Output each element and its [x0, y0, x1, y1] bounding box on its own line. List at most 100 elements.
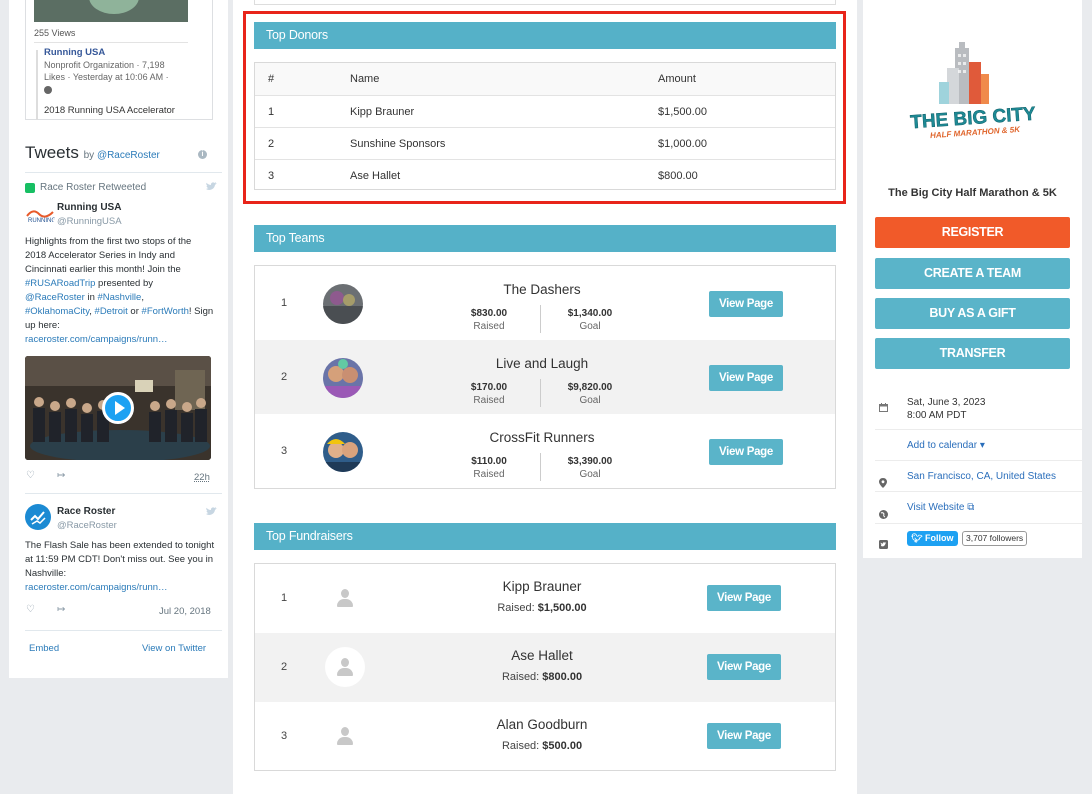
team-avatar[interactable]	[323, 432, 363, 472]
table-row: 3 Ase Hallet $800.00	[255, 159, 835, 191]
goal-amount: $9,820.00	[567, 382, 613, 393]
share-icon[interactable]: ↦	[57, 470, 65, 481]
fundraiser-rank: 1	[281, 592, 288, 604]
team-name[interactable]: The Dashers	[425, 282, 659, 297]
raised-amount: $110.00	[471, 456, 507, 467]
fundraiser-avatar[interactable]	[325, 578, 365, 618]
fundraiser-rank: 2	[281, 661, 288, 673]
goal-label: Goal	[579, 321, 601, 332]
share-icon[interactable]: ↦	[57, 604, 65, 615]
globe-icon	[879, 506, 888, 519]
running-usa-avatar[interactable]: RUNNING USA	[25, 200, 55, 230]
tweet-text-part: presented by	[95, 278, 153, 289]
event-time: 8:00 AM PDT	[907, 410, 967, 421]
raised-prefix: Raised:	[501, 671, 540, 683]
hashtag-link[interactable]: #FortWorth	[142, 306, 189, 317]
buy-gift-button[interactable]: BUY AS A GIFT	[875, 298, 1070, 329]
fundraiser-row: 3 Alan Goodburn Raised: $500.00 View Pag…	[255, 702, 835, 771]
team-rank: 2	[281, 371, 288, 383]
facebook-post-image[interactable]	[34, 0, 188, 22]
event-datetime: Sat, June 3, 2023 8:00 AM PDT	[907, 396, 985, 422]
add-to-calendar-dropdown[interactable]: Add to calendar ▾	[907, 440, 985, 451]
race-roster-avatar[interactable]	[25, 504, 51, 530]
table-row: 1 Kipp Brauner $1,500.00	[255, 95, 835, 127]
create-team-button[interactable]: CREATE A TEAM	[875, 258, 1070, 289]
tweets-title: Tweets	[25, 143, 79, 162]
event-date: Sat, June 3, 2023	[907, 397, 986, 408]
twitter-bird-icon[interactable]	[206, 182, 218, 191]
tweet-text-part: ,	[141, 292, 144, 303]
view-fundraiser-page-button[interactable]: View Page	[707, 654, 781, 680]
hashtag-link[interactable]: #Detroit	[95, 306, 128, 317]
tweet-text-part: in	[84, 292, 98, 303]
raised-amount: $1,500.00	[537, 602, 587, 614]
tweet-date[interactable]: Jul 20, 2018	[159, 606, 211, 617]
column-header: Amount	[658, 73, 696, 85]
embed-link[interactable]: Embed	[29, 643, 59, 654]
view-fundraiser-page-button[interactable]: View Page	[707, 723, 781, 749]
heart-icon[interactable]: ♡	[26, 604, 35, 615]
view-team-page-button[interactable]: View Page	[709, 291, 783, 317]
fundraiser-raised: Raised: $1,500.00	[425, 602, 659, 614]
team-avatar[interactable]	[323, 358, 363, 398]
info-icon[interactable]: i	[198, 150, 207, 159]
fundraiser-name[interactable]: Ase Hallet	[425, 648, 659, 663]
fundraiser-name[interactable]: Alan Goodburn	[425, 717, 659, 732]
facebook-post-title[interactable]: 2018 Running USA Accelerator	[44, 105, 175, 116]
tweet-author-handle[interactable]: @RaceRoster	[57, 520, 117, 531]
retweeted-text: Race Roster Retweeted	[40, 182, 147, 193]
view-on-twitter-link[interactable]: View on Twitter	[142, 643, 206, 654]
hashtag-link[interactable]: #OklahomaCity	[25, 306, 89, 317]
team-row: 2 Live and Laugh $170.00 Raised $9,820.00…	[255, 340, 835, 414]
fundraiser-name[interactable]: Kipp Brauner	[425, 579, 659, 594]
team-rank: 1	[281, 297, 288, 309]
event-location-link[interactable]: San Francisco, CA, United States	[907, 471, 1056, 482]
team-goal: $9,820.00 Goal	[540, 381, 640, 407]
tweet-author-name[interactable]: Running USA	[57, 202, 121, 213]
register-button[interactable]: REGISTER	[875, 217, 1070, 248]
goal-amount: $3,390.00	[567, 456, 613, 467]
twitter-follow-button[interactable]: 🐦︎ Follow	[907, 531, 959, 546]
top-fundraisers-list: 1 Kipp Brauner Raised: $1,500.00 View Pa…	[254, 563, 836, 771]
tweets-by-handle-link[interactable]: @RaceRoster	[97, 150, 160, 161]
tweet-url-link[interactable]: raceroster.com/campaigns/runn…	[25, 334, 168, 345]
tweet-video-thumbnail[interactable]	[25, 356, 211, 460]
tweet-body: The Flash Sale has been extended to toni…	[25, 540, 215, 579]
fundraiser-avatar[interactable]	[325, 647, 365, 687]
play-icon[interactable]	[102, 392, 134, 424]
facebook-page-name[interactable]: Running USA	[44, 47, 105, 58]
hashtag-link[interactable]: #RUSARoadTrip	[25, 278, 95, 289]
team-raised: $110.00 Raised	[439, 455, 539, 481]
globe-icon	[44, 86, 52, 94]
team-avatar[interactable]	[323, 284, 363, 324]
add-to-calendar-label: Add to calendar	[907, 440, 978, 451]
fundraiser-row: 2 Ase Hallet Raised: $800.00 View Page	[255, 633, 835, 702]
visit-website-link[interactable]: Visit Website ⧉	[907, 502, 974, 513]
view-fundraiser-page-button[interactable]: View Page	[707, 585, 781, 611]
tweet-author-handle[interactable]: @RunningUSA	[57, 216, 122, 227]
followers-count[interactable]: 3,707 followers	[962, 531, 1028, 546]
table-header-row: # Name Amount	[255, 63, 835, 95]
goal-amount: $1,340.00	[567, 308, 613, 319]
hashtag-link[interactable]: #Nashville	[98, 292, 142, 303]
raised-prefix: Raised:	[497, 602, 535, 614]
heart-icon[interactable]: ♡	[26, 470, 35, 481]
tweet-url-link[interactable]: raceroster.com/campaigns/runn…	[25, 582, 168, 593]
table-row: 2 Sunshine Sponsors $1,000.00	[255, 127, 835, 159]
raised-amount: $170.00	[470, 382, 508, 393]
twitter-bird-icon[interactable]	[206, 507, 218, 516]
fundraiser-rank: 3	[281, 730, 288, 742]
view-team-page-button[interactable]: View Page	[709, 439, 783, 465]
transfer-button[interactable]: TRANSFER	[875, 338, 1070, 369]
tweet-time[interactable]: 22h	[194, 472, 210, 483]
calendar-icon	[879, 399, 888, 412]
twitter-square-icon	[879, 536, 888, 549]
view-team-page-button[interactable]: View Page	[709, 365, 783, 391]
mention-link[interactable]: @RaceRoster	[25, 292, 85, 303]
social-sidebar: 255 Views Running USA Nonprofit Organiza…	[9, 0, 228, 678]
team-name[interactable]: CrossFit Runners	[425, 430, 659, 445]
fundraiser-avatar[interactable]	[325, 716, 365, 756]
donor-rank: 1	[268, 106, 275, 118]
tweet-author-name[interactable]: Race Roster	[57, 506, 115, 517]
team-name[interactable]: Live and Laugh	[425, 356, 659, 371]
